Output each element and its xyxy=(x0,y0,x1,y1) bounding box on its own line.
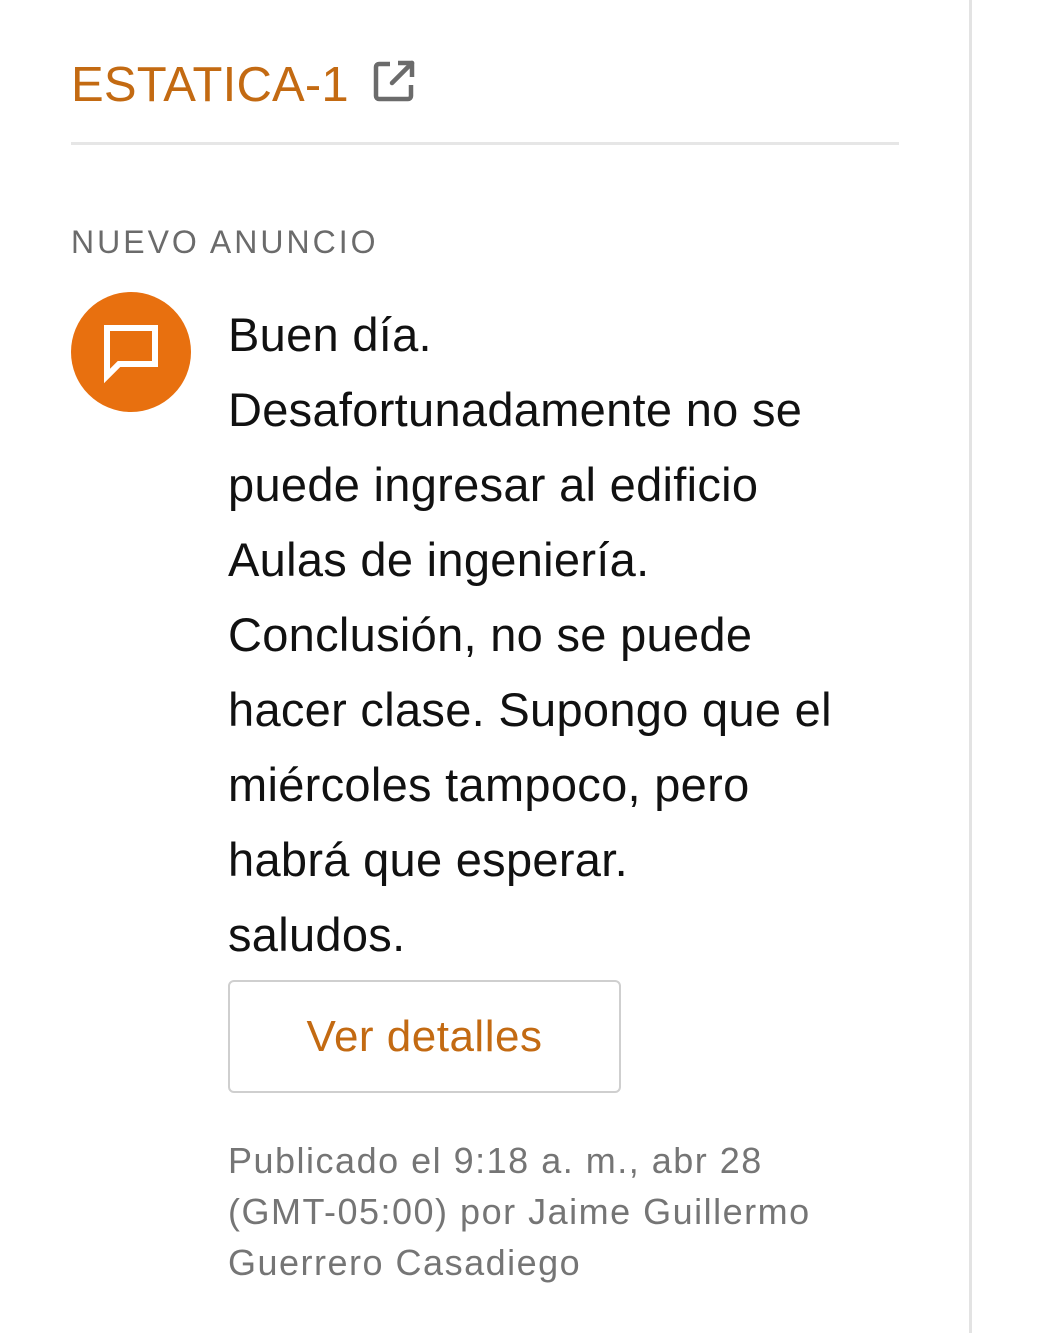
external-link-icon[interactable] xyxy=(371,58,417,104)
announcement-line: Aulas de ingeniería. xyxy=(228,533,650,586)
announcement-avatar xyxy=(71,292,191,412)
meta-line: Publicado el 9:18 a. m., abr 28 xyxy=(228,1140,763,1181)
message-bubble-icon xyxy=(104,325,158,384)
announcement-line: puede ingresar al edificio xyxy=(228,458,759,511)
announcement-line: saludos. xyxy=(228,908,406,961)
announcement-body: Buen día. Desafortunadamente no se puede… xyxy=(228,297,928,972)
announcement-line: habrá que esperar. xyxy=(228,833,628,886)
course-header: ESTATICA-1 xyxy=(71,50,417,120)
section-label: NUEVO ANUNCIO xyxy=(71,224,379,260)
header-divider xyxy=(71,142,899,145)
view-details-button[interactable]: Ver detalles xyxy=(228,980,621,1093)
announcement-meta: Publicado el 9:18 a. m., abr 28 (GMT-05:… xyxy=(228,1135,928,1288)
announcement-line: miércoles tampoco, pero xyxy=(228,758,750,811)
meta-line: Guerrero Casadiego xyxy=(228,1242,582,1283)
announcement-line: Conclusión, no se puede xyxy=(228,608,753,661)
course-title-link[interactable]: ESTATICA-1 xyxy=(71,60,349,110)
announcement-line: Buen día. xyxy=(228,308,432,361)
meta-line: (GMT-05:00) por Jaime Guillermo xyxy=(228,1191,811,1232)
announcement-line: Desafortunadamente no se xyxy=(228,383,803,436)
right-panel-divider xyxy=(969,0,972,1333)
announcement-line: hacer clase. Supongo que el xyxy=(228,683,832,736)
